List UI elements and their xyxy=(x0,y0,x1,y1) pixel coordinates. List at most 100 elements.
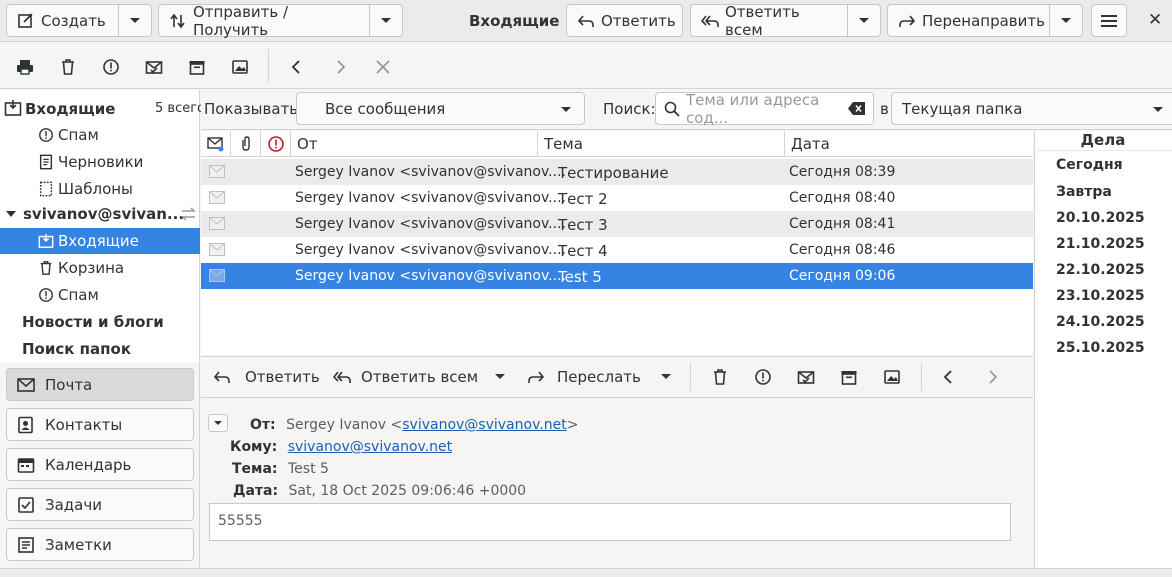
inbox-icon xyxy=(4,99,22,117)
junk-icon[interactable] xyxy=(100,56,122,78)
message-body-text: 55555 xyxy=(218,513,263,529)
image-icon[interactable] xyxy=(229,56,251,78)
nav-mail[interactable]: Почта xyxy=(6,368,194,401)
send-receive-button[interactable]: Отправить / Получить xyxy=(158,3,370,39)
previous-icon[interactable] xyxy=(286,56,308,78)
column-from[interactable]: От xyxy=(291,131,538,157)
sidebar-item-label: Входящие xyxy=(58,232,139,250)
task-group-today[interactable]: Сегодня xyxy=(1056,157,1123,173)
forward-dropdown[interactable] xyxy=(1049,4,1083,37)
reply-all-icon xyxy=(701,12,719,30)
row-date: Сегодня 08:41 xyxy=(789,216,896,232)
header-subject: Тема: Test 5 xyxy=(232,461,329,477)
mail-icon xyxy=(17,377,35,393)
sidebar-item-label: Поиск папок xyxy=(22,340,131,358)
sync-account-icon[interactable] xyxy=(180,206,197,222)
envelope-status-icon xyxy=(207,136,225,152)
mark-read-icon[interactable] xyxy=(143,56,165,78)
paperclip-icon xyxy=(239,135,253,152)
sidebar-item-trash[interactable]: Корзина xyxy=(0,255,200,281)
column-attachment[interactable] xyxy=(231,131,261,157)
image-icon[interactable] xyxy=(883,368,901,386)
reply-all-button[interactable]: Ответить всем xyxy=(690,3,848,39)
column-date[interactable]: Дата xyxy=(785,131,1033,157)
task-group-date[interactable]: 24.10.2025 xyxy=(1056,314,1145,330)
search-input[interactable]: Тема или адреса сод... xyxy=(655,91,874,127)
create-button[interactable]: Создать xyxy=(6,4,119,37)
nav-calendar[interactable]: Календарь xyxy=(6,448,194,481)
junk-icon xyxy=(38,127,54,143)
sidebar-item-search-folders[interactable]: Поиск папок xyxy=(0,336,200,362)
task-group-date[interactable]: 22.10.2025 xyxy=(1056,262,1145,278)
sidebar-item-spam-1[interactable]: Спам xyxy=(0,122,200,148)
from-email-link[interactable]: svivanov@svivanov.net xyxy=(402,417,566,433)
trash-icon xyxy=(38,260,54,276)
send-receive-dropdown[interactable] xyxy=(369,4,403,37)
chevron-down-icon[interactable] xyxy=(494,373,506,381)
stop-icon[interactable] xyxy=(372,56,394,78)
sidebar-item-news[interactable]: Новости и блоги xyxy=(0,309,200,335)
sidebar-item-inbox[interactable]: Входящие xyxy=(0,228,200,254)
sidebar-item-label: Новости и блоги xyxy=(22,313,164,331)
table-row-selected[interactable]: Sergey Ivanov <svivanov@svivanov.... Tes… xyxy=(201,263,1033,289)
previous-icon[interactable] xyxy=(940,368,958,386)
next-icon[interactable] xyxy=(983,368,1001,386)
preview-reply-button[interactable]: Ответить xyxy=(213,368,320,386)
clear-search-icon[interactable] xyxy=(848,102,865,115)
task-group-date[interactable]: 21.10.2025 xyxy=(1056,236,1145,252)
create-dropdown[interactable] xyxy=(118,4,152,37)
nav-tasks[interactable]: Задачи xyxy=(6,488,194,521)
sidebar-item-account[interactable]: svivanov@svivan... xyxy=(0,201,200,227)
forward-button[interactable]: Перенаправить xyxy=(887,4,1050,37)
junk-icon[interactable] xyxy=(754,368,772,386)
table-row[interactable]: Sergey Ivanov <svivanov@svivanov.... Тес… xyxy=(201,159,1033,185)
chevron-down-icon[interactable] xyxy=(660,373,672,381)
table-row[interactable]: Sergey Ivanov <svivanov@svivanov.... Тес… xyxy=(201,237,1033,263)
trash-icon[interactable] xyxy=(57,56,79,78)
next-icon[interactable] xyxy=(329,56,351,78)
nav-notes[interactable]: Заметки xyxy=(6,528,194,561)
sidebar-item-drafts[interactable]: Черновики xyxy=(0,149,200,175)
preview-reply-all-button[interactable]: Ответить всем xyxy=(333,368,478,386)
row-subject: Test 5 xyxy=(558,268,602,286)
table-row[interactable]: Sergey Ivanov <svivanov@svivanov.... Тес… xyxy=(201,185,1033,211)
close-window-button[interactable]: ✕ xyxy=(1148,10,1162,30)
to-email-link[interactable]: svivanov@svivanov.net xyxy=(288,439,452,455)
message-body[interactable]: 55555 xyxy=(209,503,1011,541)
reply-all-dropdown[interactable] xyxy=(847,4,881,37)
create-label: Создать xyxy=(41,11,106,30)
collapse-headers-button[interactable] xyxy=(208,414,228,432)
reply-button[interactable]: Ответить xyxy=(566,4,683,37)
column-subject[interactable]: Тема xyxy=(538,131,785,157)
nav-label: Календарь xyxy=(45,455,132,474)
column-status[interactable] xyxy=(201,131,231,157)
sidebar-item-label: Спам xyxy=(58,286,99,304)
task-group-tomorrow[interactable]: Завтра xyxy=(1056,184,1112,200)
task-group-date[interactable]: 25.10.2025 xyxy=(1056,340,1145,356)
preview-forward-button[interactable]: Переслать xyxy=(527,368,641,386)
trash-icon[interactable] xyxy=(711,368,729,386)
row-date: Сегодня 09:06 xyxy=(789,268,896,284)
row-from: Sergey Ivanov <svivanov@svivanov.... xyxy=(295,268,566,284)
nav-label: Заметки xyxy=(45,535,112,554)
forward-icon xyxy=(527,368,545,386)
sidebar-item-label: Шаблоны xyxy=(58,180,133,198)
nav-contacts[interactable]: Контакты xyxy=(6,408,194,441)
menu-button[interactable] xyxy=(1091,4,1127,37)
sidebar-item-spam-2[interactable]: Спам xyxy=(0,282,200,308)
from-name: Sergey Ivanov < xyxy=(286,417,403,433)
column-importance[interactable] xyxy=(261,131,291,157)
archive-icon[interactable] xyxy=(186,56,208,78)
archive-icon[interactable] xyxy=(840,368,858,386)
sidebar-item-templates[interactable]: Шаблоны xyxy=(0,176,200,202)
search-scope-select[interactable]: Текущая папка xyxy=(891,92,1172,125)
print-icon[interactable] xyxy=(14,56,36,78)
row-date: Сегодня 08:39 xyxy=(789,164,896,180)
calendar-icon xyxy=(17,456,35,474)
show-filter-value: Все сообщения xyxy=(325,99,446,118)
show-filter-select[interactable]: Все сообщения xyxy=(296,92,585,125)
mark-read-icon[interactable] xyxy=(797,368,815,386)
table-row[interactable]: Sergey Ivanov <svivanov@svivanov.... Тес… xyxy=(201,211,1033,237)
task-group-date[interactable]: 23.10.2025 xyxy=(1056,288,1145,304)
task-group-date[interactable]: 20.10.2025 xyxy=(1056,210,1145,226)
